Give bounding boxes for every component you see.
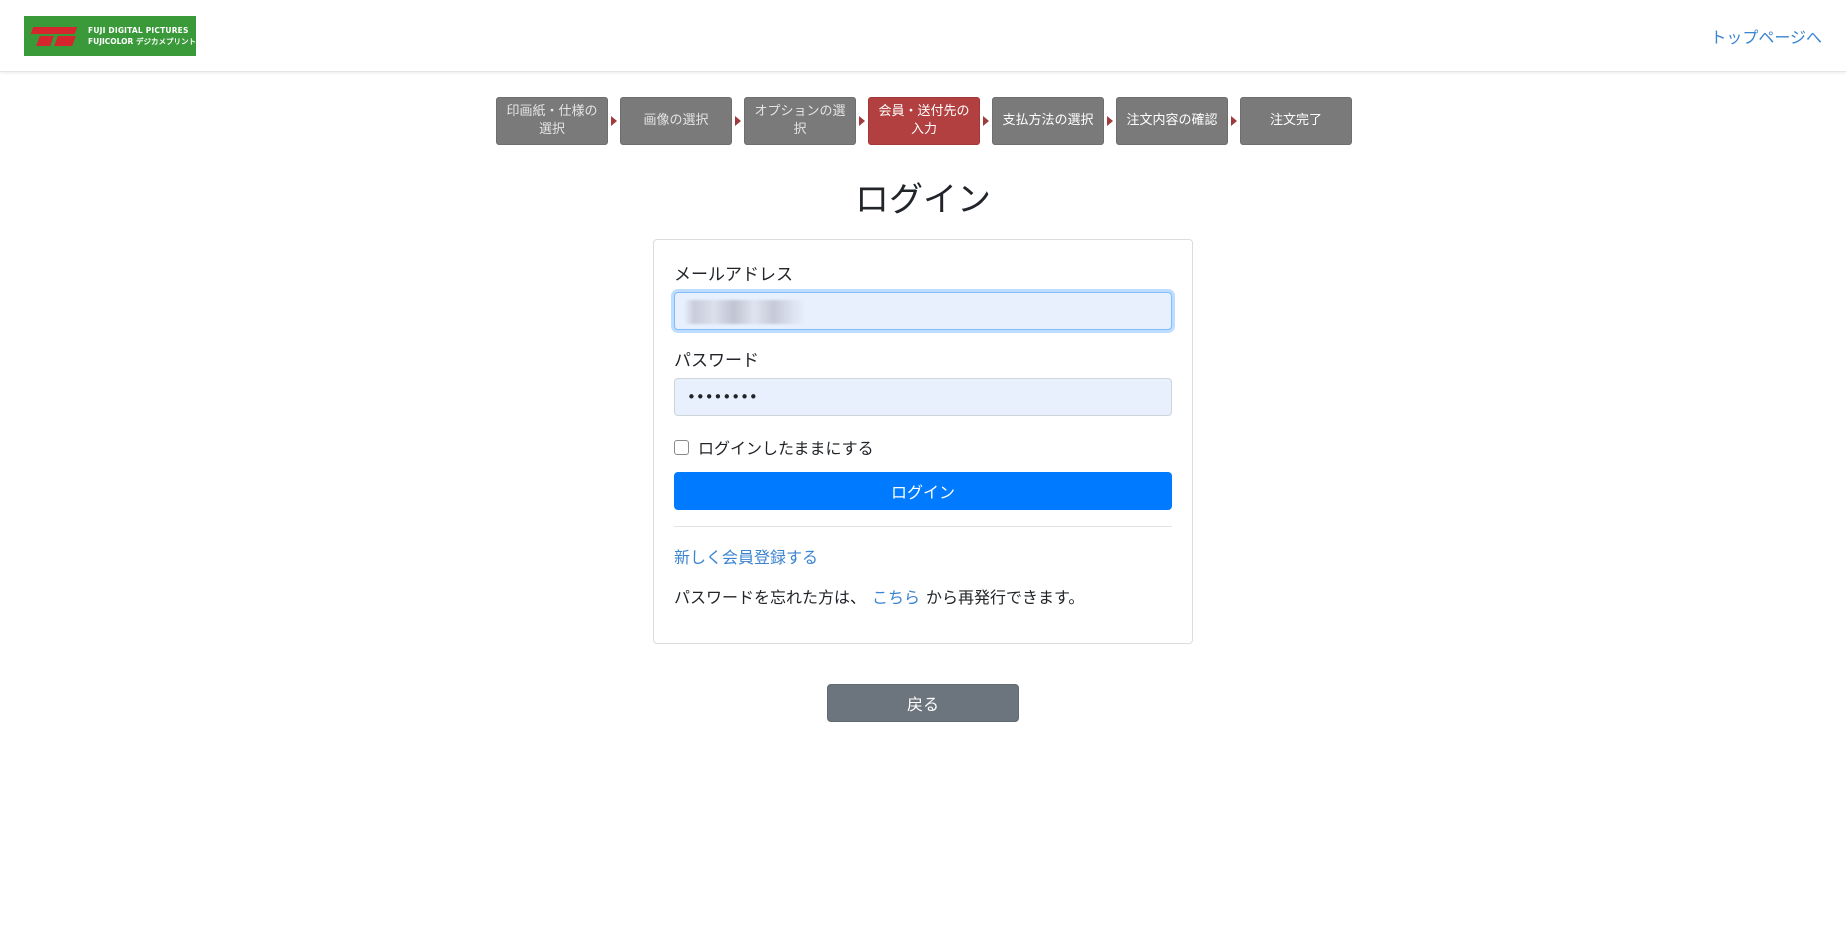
page-title: ログイン (855, 180, 991, 220)
step-arrow-icon (608, 97, 620, 145)
login-card: メールアドレス パスワード ログインしたままにする ログイン 新しく会員登録する… (653, 239, 1193, 644)
remember-checkbox[interactable] (674, 439, 689, 455)
email-label: メールアドレス (674, 265, 793, 285)
step-options: オプションの選択 (744, 97, 856, 145)
logo-line-1: FUJI DIGITAL PICTURES (88, 26, 189, 35)
register-link[interactable]: 新しく会員登録する (674, 544, 818, 568)
remember-me[interactable]: ログインしたままにする (674, 435, 874, 459)
site-logo[interactable]: FUJI DIGITAL PICTURES FUJICOLOR デジカメプリント (24, 16, 196, 56)
step-confirm: 注文内容の確認 (1116, 97, 1228, 145)
order-steps: 印画紙・仕様の選択 画像の選択 オプションの選択 会員・送付先の入力 支払方法の… (496, 97, 1352, 145)
forgot-prefix: パスワードを忘れた方は、 (674, 588, 867, 607)
login-button[interactable]: ログイン (674, 472, 1172, 510)
email-input[interactable] (674, 292, 1172, 330)
remember-label: ログインしたままにする (698, 439, 874, 458)
logo-line-2: FUJICOLOR デジカメプリント (88, 37, 196, 46)
forgot-suffix: から再発行できます。 (926, 588, 1085, 607)
step-complete: 注文完了 (1240, 97, 1352, 145)
step-arrow-icon (980, 97, 992, 145)
forgot-password-text: パスワードを忘れた方は、 こちら から再発行できます。 (674, 584, 1084, 608)
top-page-link[interactable]: トップページへ (1710, 24, 1822, 48)
back-button[interactable]: 戻る (827, 684, 1019, 722)
password-input[interactable] (674, 378, 1172, 416)
step-arrow-icon (1228, 97, 1240, 145)
step-member-shipping: 会員・送付先の入力 (868, 97, 980, 145)
password-label: パスワード (674, 351, 759, 371)
logo-text: FUJI DIGITAL PICTURES FUJICOLOR デジカメプリント (88, 25, 196, 47)
step-paper-spec: 印画紙・仕様の選択 (496, 97, 608, 145)
site-header: FUJI DIGITAL PICTURES FUJICOLOR デジカメプリント… (0, 0, 1846, 72)
step-arrow-icon (1104, 97, 1116, 145)
step-arrow-icon (732, 97, 744, 145)
forgot-password-link[interactable]: こちら (872, 588, 920, 607)
fdp-logo-icon (30, 23, 80, 49)
divider (674, 526, 1172, 527)
step-image-select: 画像の選択 (620, 97, 732, 145)
step-arrow-icon (856, 97, 868, 145)
step-payment: 支払方法の選択 (992, 97, 1104, 145)
